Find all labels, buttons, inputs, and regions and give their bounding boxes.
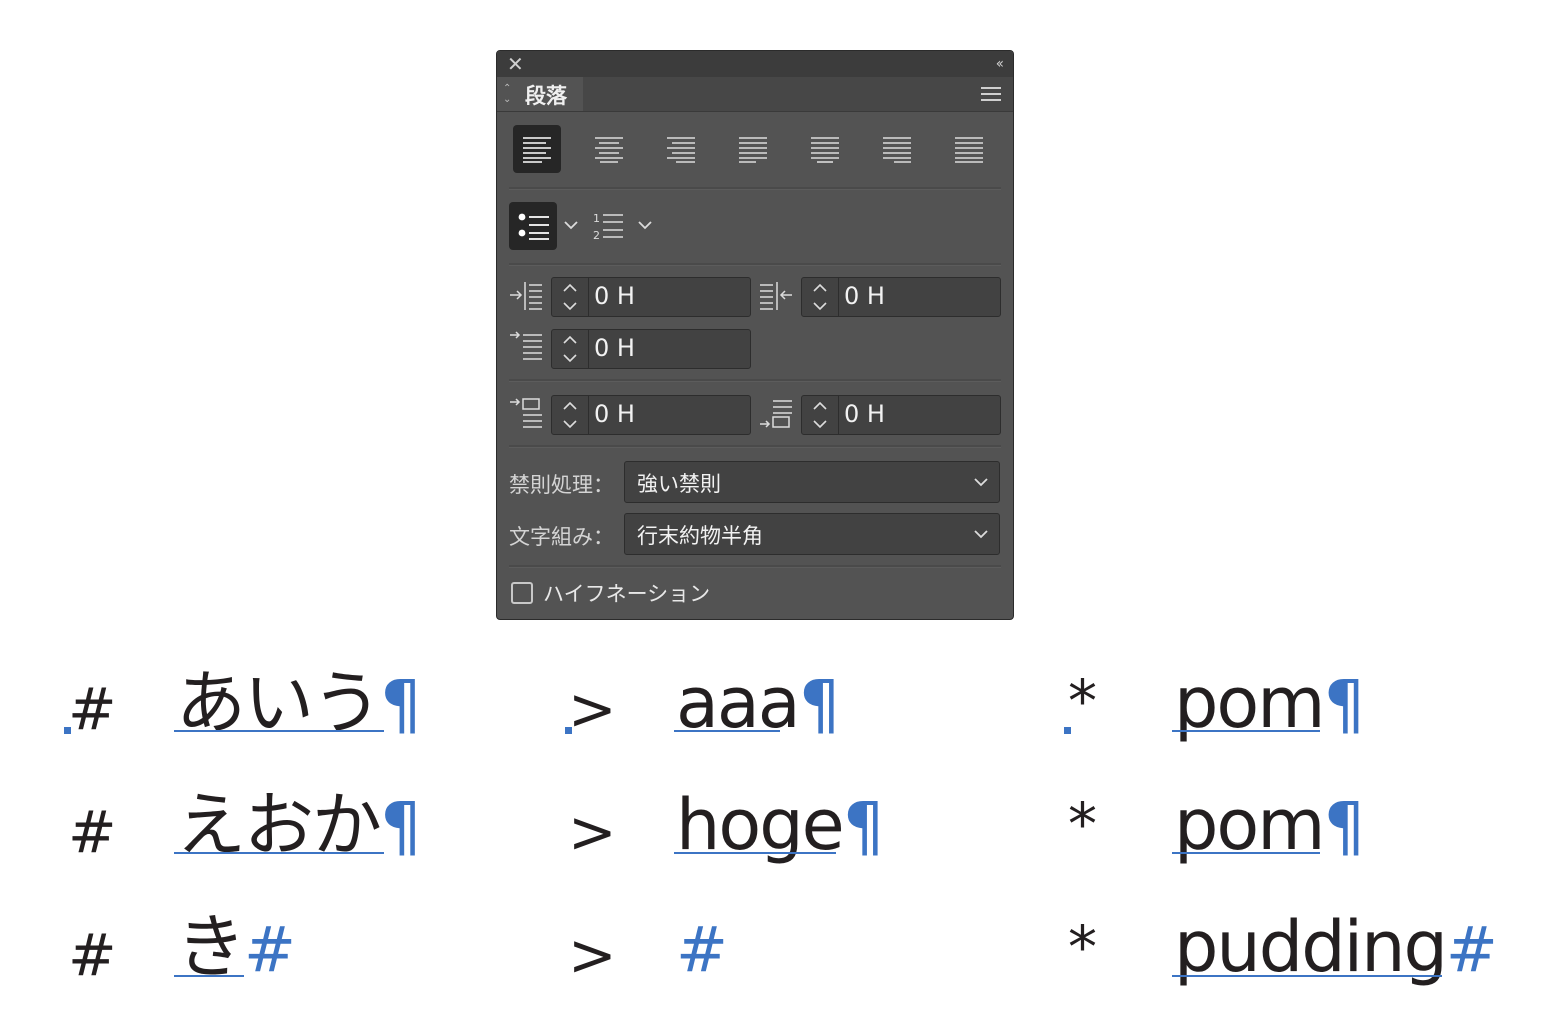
first-line-indent-field[interactable]: 0 H [551, 329, 751, 369]
text-underline [674, 852, 836, 854]
justify-last-center-icon [811, 137, 839, 163]
right-indent-value: 0 H [844, 282, 885, 310]
list-marker: * [1068, 790, 1097, 858]
svg-text:2: 2 [593, 229, 600, 241]
list-marker: * [1068, 667, 1097, 735]
divider [509, 565, 1001, 568]
list-marker: > [568, 798, 617, 866]
paragraph-panel: ✕ ‹‹ ⌃ ⌄ 段落 1 2 0 H 0 H 0 H 0 H 0 H 禁則処理… [496, 50, 1014, 620]
kinsoku-select[interactable]: 強い禁則 [624, 461, 1000, 503]
pilcrow-mark: ¶ [380, 666, 422, 743]
justify-last-left-button[interactable] [729, 125, 777, 173]
divider [509, 263, 1001, 266]
text-underline [1172, 730, 1320, 732]
numbered-dropdown-chevron-icon[interactable] [637, 219, 653, 231]
first-line-indent-icon [510, 331, 542, 360]
space-after-field[interactable]: 0 H [801, 395, 1001, 435]
list-marker: # [68, 798, 117, 866]
text-underline [174, 852, 384, 854]
divider [509, 379, 1001, 382]
kinsoku-label: 禁則処理： [509, 473, 614, 497]
text-underline [174, 730, 384, 732]
svg-text:1: 1 [593, 212, 600, 225]
space-after-icon [760, 400, 792, 428]
left-indent-value: 0 H [594, 282, 635, 310]
end-of-story-mark: # [1445, 913, 1498, 986]
tab-paragraph[interactable]: ⌃ ⌄ 段落 [497, 77, 583, 111]
space-before-stepper-icon[interactable] [552, 396, 589, 434]
pilcrow-mark: ¶ [380, 788, 422, 865]
bullet-dropdown-chevron-icon[interactable] [563, 219, 579, 231]
pilcrow-mark: ¶ [1323, 666, 1365, 743]
space-after-stepper-icon[interactable] [802, 396, 839, 434]
alignment-buttons [513, 125, 997, 175]
list-marker: # [68, 675, 117, 743]
first-line-indent-stepper-icon[interactable] [552, 330, 589, 368]
tab-paragraph-label: 段落 [525, 84, 567, 108]
justify-last-right-icon [883, 137, 911, 163]
kinsoku-value: 強い禁則 [637, 472, 721, 496]
mojikumi-select[interactable]: 行末約物半角 [624, 513, 1000, 555]
text-underline [674, 730, 780, 732]
list-marker: > [568, 921, 617, 989]
chevron-down-icon [974, 478, 988, 487]
list-marker: * [1068, 913, 1097, 981]
justify-last-right-button[interactable] [873, 125, 921, 173]
space-before-icon [510, 398, 542, 428]
hyphenation-checkbox[interactable] [511, 582, 533, 604]
justify-last-left-icon [739, 137, 767, 163]
align-left-icon [523, 137, 551, 163]
align-center-button[interactable] [585, 125, 633, 173]
bullet-list-icon [518, 213, 549, 240]
align-right-button[interactable] [657, 125, 705, 173]
bullet-list-button[interactable] [509, 202, 557, 250]
align-left-button[interactable] [513, 125, 561, 173]
collapse-icon[interactable]: ‹‹ [996, 55, 1004, 73]
chevron-down-icon [974, 530, 988, 539]
text-line: # [676, 912, 728, 986]
first-line-indent-value: 0 H [594, 334, 635, 362]
left-indent-icon [510, 282, 542, 310]
divider [509, 445, 1001, 448]
space-after-value: 0 H [844, 400, 885, 428]
align-center-icon [595, 137, 623, 163]
pilcrow-mark: ¶ [842, 788, 885, 865]
mojikumi-label: 文字組み： [509, 525, 614, 549]
list-marker: > [568, 675, 617, 743]
right-indent-icon [760, 282, 792, 310]
end-of-story-mark: # [676, 913, 728, 986]
hyphenation-label: ハイフネーション [543, 582, 711, 606]
justify-last-center-button[interactable] [801, 125, 849, 173]
left-indent-field[interactable]: 0 H [551, 277, 751, 317]
end-of-story-mark: # [244, 913, 296, 986]
tab-updown-icon: ⌃ ⌄ [503, 83, 512, 105]
text-underline [1172, 852, 1320, 854]
list-marker: # [68, 921, 117, 989]
text-underline [174, 975, 244, 977]
right-indent-field[interactable]: 0 H [801, 277, 1001, 317]
space-before-value: 0 H [594, 400, 635, 428]
pilcrow-mark: ¶ [1323, 788, 1365, 865]
panel-menu-icon[interactable] [981, 87, 1001, 105]
mojikumi-value: 行末約物半角 [637, 524, 763, 548]
divider [509, 187, 1001, 190]
justify-all-icon [955, 137, 983, 163]
justify-all-button[interactable] [945, 125, 993, 173]
numbered-list-icon[interactable]: 1 2 [593, 211, 625, 241]
left-indent-stepper-icon[interactable] [552, 278, 589, 316]
pilcrow-mark: ¶ [798, 666, 841, 743]
space-before-field[interactable]: 0 H [551, 395, 751, 435]
panel-titlebar: ✕ ‹‹ [497, 51, 1013, 77]
right-indent-stepper-icon[interactable] [802, 278, 839, 316]
panel-tab-row: ⌃ ⌄ 段落 [497, 77, 1013, 112]
text-underline [1172, 975, 1442, 977]
align-right-icon [667, 137, 695, 163]
close-icon[interactable]: ✕ [507, 53, 524, 75]
